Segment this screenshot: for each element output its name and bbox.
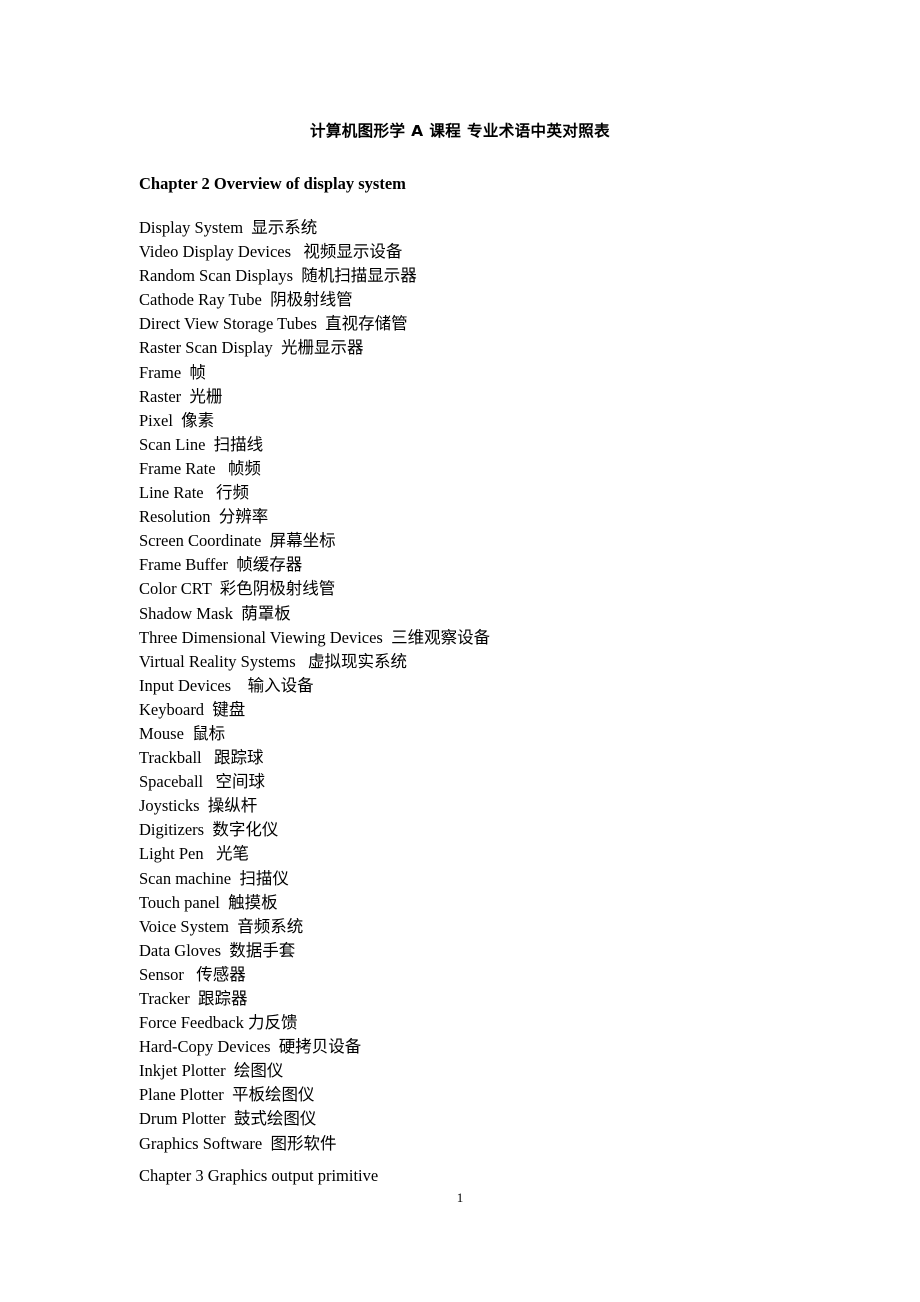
chapter-2-heading: Chapter 2 Overview of display system (139, 174, 406, 193)
term-line: Spaceball 空间球 (139, 772, 266, 792)
term-line: Direct View Storage Tubes 直视存储管 (139, 314, 408, 334)
term-line: Light Pen 光笔 (139, 844, 249, 864)
chapter-3-heading: Chapter 3 Graphics output primitive (139, 1165, 379, 1185)
term-line: Frame 帧 (139, 362, 206, 382)
term-line: Keyboard 键盘 (139, 699, 246, 719)
document-page: 计算机图形学 A 课程 专业术语中英对照表 Chapter 2 Overview… (0, 0, 920, 1302)
term-line: Voice System 音频系统 (139, 916, 304, 936)
term-line: Video Display Devices 视频显示设备 (139, 242, 403, 262)
term-line: Touch panel 触摸板 (139, 892, 278, 912)
term-line: Raster Scan Display 光栅显示器 (139, 338, 364, 358)
term-line: Input Devices 输入设备 (139, 675, 314, 695)
page-number: 1 (456, 1190, 464, 1205)
term-line: Data Gloves 数据手套 (139, 940, 296, 960)
term-line: Cathode Ray Tube 阴极射线管 (139, 290, 353, 310)
term-line: Mouse 鼠标 (139, 723, 226, 743)
term-line: Digitizers 数字化仪 (139, 820, 279, 840)
page-title: 计算机图形学 A 课程 专业术语中英对照表 (309, 122, 611, 140)
term-line: Graphics Software 图形软件 (139, 1133, 337, 1153)
term-line: Virtual Reality Systems 虚拟现实系统 (139, 651, 408, 671)
term-line: Shadow Mask 荫罩板 (139, 603, 291, 623)
term-line: Raster 光栅 (139, 386, 223, 406)
term-line: Pixel 像素 (139, 410, 215, 430)
term-line: Color CRT 彩色阴极射线管 (139, 579, 336, 599)
term-line: Three Dimensional Viewing Devices 三维观察设备 (139, 627, 491, 647)
term-line: Display System 显示系统 (139, 218, 318, 237)
term-line: Hard-Copy Devices 硬拷贝设备 (139, 1037, 362, 1057)
term-line: Trackball 跟踪球 (139, 748, 264, 768)
term-line: Resolution 分辨率 (139, 507, 269, 527)
term-line: Frame Rate 帧频 (139, 458, 261, 478)
term-line: Plane Plotter 平板绘图仪 (139, 1085, 315, 1105)
term-line: Line Rate 行频 (139, 483, 249, 503)
term-line: Scan machine 扫描仪 (139, 868, 289, 888)
term-line: Screen Coordinate 屏幕坐标 (139, 531, 336, 551)
term-line: Sensor 传感器 (139, 964, 246, 984)
term-line: Force Feedback 力反馈 (139, 1013, 298, 1033)
term-line: Frame Buffer 帧缓存器 (139, 555, 303, 575)
document-body: Chapter 2 Overview of display system Dis… (139, 173, 839, 1188)
term-line: Scan Line 扫描线 (139, 434, 264, 454)
term-line: Random Scan Displays 随机扫描显示器 (139, 266, 417, 286)
term-line: Joysticks 操纵杆 (139, 796, 258, 816)
term-line: Drum Plotter 鼓式绘图仪 (139, 1109, 317, 1129)
term-line: Tracker 跟踪器 (139, 989, 248, 1008)
terminology-list: Display System 显示系统 Video Display Devices… (139, 216, 839, 1156)
term-line: Inkjet Plotter 绘图仪 (139, 1061, 284, 1081)
